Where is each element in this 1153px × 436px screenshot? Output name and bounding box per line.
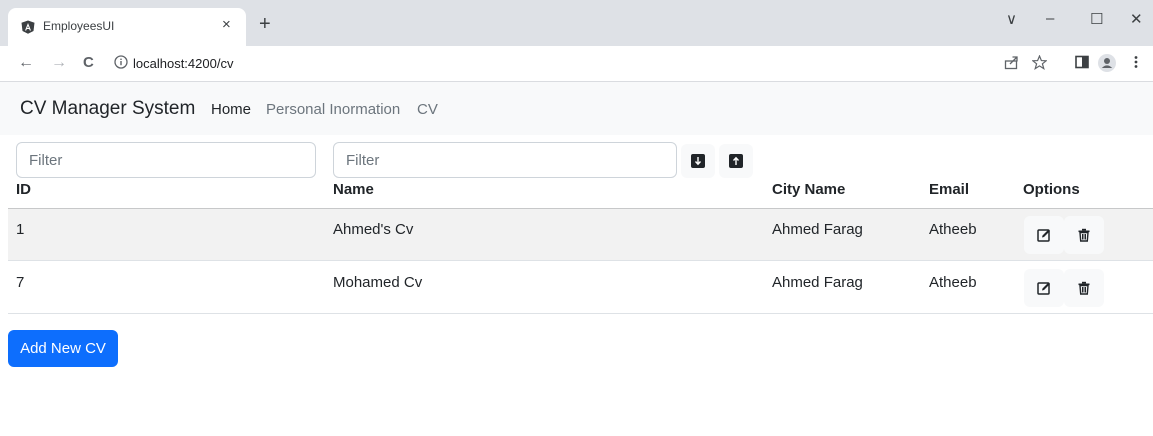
tab-close-icon[interactable]: × (222, 16, 231, 33)
window-close-icon[interactable]: ✕ (1130, 10, 1143, 28)
edit-button[interactable] (1024, 269, 1064, 307)
forward-arrow-icon[interactable]: → (51, 54, 67, 72)
url-text: localhost:4200/cv (133, 56, 234, 71)
share-icon[interactable] (1004, 55, 1019, 70)
trash-icon (1078, 281, 1090, 295)
column-header-email[interactable]: Email (929, 181, 969, 198)
tab-search-dropdown-icon[interactable]: ∨ (1006, 10, 1017, 28)
cell-email: Atheeb (929, 274, 977, 291)
angular-favicon (21, 20, 35, 34)
table-row: 7 Mohamed Cv Ahmed Farag Atheeb (8, 262, 1153, 314)
edit-icon (1037, 229, 1050, 242)
profile-icon[interactable] (1098, 54, 1116, 72)
window-maximize-icon[interactable]: ☐ (1090, 10, 1103, 28)
new-tab-icon[interactable]: + (259, 14, 271, 34)
name-filter-input[interactable] (333, 142, 677, 178)
side-panel-icon[interactable] (1075, 55, 1089, 69)
id-filter-input[interactable] (16, 142, 316, 178)
star-icon[interactable] (1032, 55, 1047, 70)
app-navbar: CV Manager System Home Personal Inormati… (0, 82, 1153, 135)
sort-descending-button[interactable] (681, 144, 715, 178)
menu-dots-icon[interactable] (1133, 55, 1139, 69)
cell-id: 7 (16, 274, 25, 291)
edit-button[interactable] (1024, 216, 1064, 254)
brand-title[interactable]: CV Manager System (20, 98, 195, 120)
browser-tab-strip: EmployeesUI × + ∨ – ☐ ✕ (0, 0, 1153, 46)
cell-id: 1 (16, 221, 25, 238)
tab-title: EmployeesUI (43, 19, 115, 33)
address-bar[interactable]: localhost:4200/cv (106, 49, 966, 78)
nav-link-personal-information[interactable]: Personal Inormation (266, 101, 400, 118)
browser-toolbar: ← → C localhost:4200/cv (0, 46, 1153, 82)
reload-icon[interactable]: C (83, 54, 94, 72)
back-arrow-icon[interactable]: ← (18, 54, 34, 72)
delete-button[interactable] (1064, 216, 1104, 254)
delete-button[interactable] (1064, 269, 1104, 307)
edit-icon (1037, 282, 1050, 295)
nav-link-home[interactable]: Home (211, 101, 251, 118)
cell-name: Ahmed's Cv (333, 221, 414, 238)
cell-city: Ahmed Farag (772, 274, 863, 291)
column-header-options: Options (1023, 181, 1080, 198)
nav-link-cv[interactable]: CV (417, 101, 438, 118)
trash-icon (1078, 228, 1090, 242)
cell-city: Ahmed Farag (772, 221, 863, 238)
add-new-cv-button[interactable]: Add New CV (8, 330, 118, 367)
sort-ascending-button[interactable] (719, 144, 753, 178)
cell-name: Mohamed Cv (333, 274, 423, 291)
column-header-city[interactable]: City Name (772, 181, 845, 198)
cell-email: Atheeb (929, 221, 977, 238)
window-minimize-icon[interactable]: – (1046, 10, 1054, 27)
info-icon[interactable] (114, 55, 128, 69)
column-header-id[interactable]: ID (16, 181, 31, 198)
table-row: 1 Ahmed's Cv Ahmed Farag Atheeb (8, 209, 1153, 261)
arrow-up-icon (729, 154, 743, 168)
arrow-down-icon (691, 154, 705, 168)
column-header-name[interactable]: Name (333, 181, 374, 198)
browser-tab[interactable]: EmployeesUI × (8, 8, 246, 46)
